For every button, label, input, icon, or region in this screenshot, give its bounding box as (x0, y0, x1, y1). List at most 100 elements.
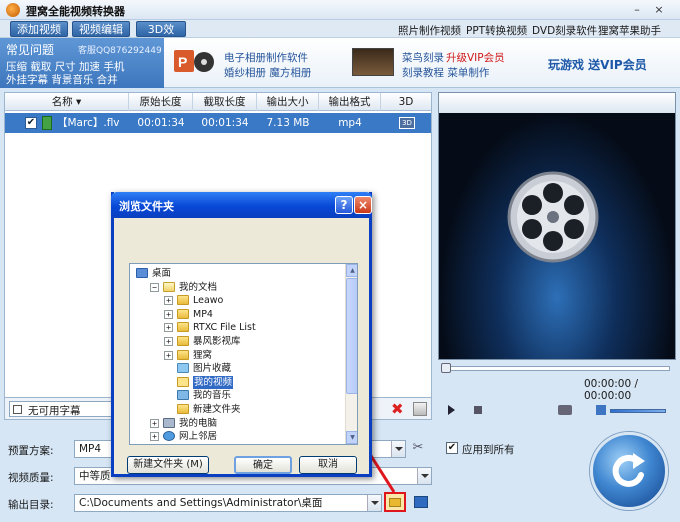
apple-helper-link[interactable]: 狸窝苹果助手 (598, 23, 661, 38)
tree-item-label: 网上邻居 (179, 431, 218, 443)
help-button[interactable]: ? (335, 196, 353, 214)
photo-to-video-link[interactable]: 照片制作视频 (398, 23, 461, 38)
row-original-length: 00:01:34 (137, 117, 185, 129)
expand-icon[interactable]: + (150, 432, 159, 442)
network-icon (163, 431, 175, 442)
expand-icon[interactable]: + (164, 350, 173, 360)
burn-thumbnail (352, 48, 394, 76)
expand-icon[interactable]: + (164, 323, 173, 333)
3d-badge-icon[interactable]: 3D (399, 117, 415, 129)
video-preview (438, 92, 676, 360)
snapshot-camera-icon[interactable] (558, 405, 572, 415)
chevron-down-icon[interactable] (417, 468, 431, 484)
expand-icon[interactable]: + (164, 296, 173, 306)
app-title: 狸窝全能视频转换器 (26, 5, 125, 18)
col-3d[interactable]: 3D (381, 93, 431, 111)
col-name[interactable]: 名称 ▾ (5, 93, 129, 111)
support-qq: 客服QQ876292449 (78, 46, 162, 56)
settings-wrench-icon[interactable]: ✂ (410, 440, 426, 456)
volume-slider[interactable] (610, 409, 666, 413)
add-video-button[interactable]: 添加视频 (10, 21, 68, 37)
3d-effect-button[interactable]: 3D效果 (136, 21, 186, 52)
expand-icon[interactable]: + (164, 337, 173, 346)
open-output-dir-icon[interactable] (414, 496, 428, 508)
dialog-close-button[interactable]: × (354, 196, 372, 214)
burn-link[interactable]: 菜鸟刻录 (402, 50, 444, 65)
ok-button[interactable]: 确定 (234, 456, 292, 474)
video-file-icon (42, 116, 52, 130)
faq-title[interactable]: 常见问题 (6, 41, 54, 58)
browse-folder-dialog: 浏览文件夹 ? × 桌面 − 我的文档 + Leawo + MP4 + RTXC File Li… (111, 192, 372, 477)
svg-text:P: P (178, 54, 187, 70)
subtitle-value: 无可用字幕 (28, 405, 81, 417)
tree-scrollbar[interactable]: ▲ ▼ (345, 264, 357, 444)
new-folder-button[interactable]: 新建文件夹 (M) (127, 456, 209, 474)
scroll-down-icon[interactable]: ▼ (346, 431, 357, 444)
tree-item-label: Leawo (193, 295, 224, 307)
cancel-button[interactable]: 取消 (299, 456, 357, 474)
promo-banner: 常见问题 客服QQ876292449 压缩 截取 尺寸 加速 手机 外挂字幕 背… (0, 38, 680, 88)
dialog-title: 浏览文件夹 (119, 200, 174, 213)
expand-icon[interactable]: + (150, 418, 159, 428)
dvd-burn-link[interactable]: DVD刻录软件 (532, 23, 597, 38)
row-checkbox[interactable]: ✔ (25, 117, 37, 129)
timecode: 00:00:00 / 00:00:00 (584, 378, 639, 402)
seek-bar[interactable] (438, 362, 676, 374)
collapse-icon[interactable]: − (150, 282, 159, 292)
tree-item-label: RTXC File List (193, 322, 256, 334)
tree-item-label: 桌面 (152, 268, 172, 279)
pictures-icon (177, 363, 189, 374)
tree-item-label: 我的音乐 (193, 390, 232, 402)
tree-item-label: 我的视频 (193, 375, 234, 389)
docs-icon (163, 281, 175, 292)
row-output-format[interactable]: mp4 (319, 113, 381, 133)
album-software-link[interactable]: 电子相册制作软件 (224, 50, 308, 65)
dialog-title-bar[interactable]: 浏览文件夹 ? × (111, 192, 372, 218)
folder-icon (177, 404, 189, 414)
folder-tree[interactable]: 桌面 − 我的文档 + Leawo + MP4 + RTXC File List + 暴风影视库 + 狸… (129, 263, 358, 445)
minimize-button[interactable]: – (630, 3, 644, 17)
tree-item-label: 图片收藏 (193, 363, 232, 375)
seek-track[interactable] (442, 366, 670, 371)
play-icon[interactable] (448, 405, 455, 415)
preview-top-strip (439, 93, 675, 113)
tree-item-label: 我的文档 (179, 281, 218, 293)
col-clip-length[interactable]: 截取长度 (193, 93, 257, 111)
row-file-name: 【Marc】.flv (57, 117, 120, 129)
col-output-size[interactable]: 输出大小 (257, 93, 319, 111)
list-header: 名称 ▾ 原始长度 截取长度 输出大小 输出格式 3D (5, 93, 431, 111)
stop-icon[interactable] (474, 406, 482, 414)
scroll-up-icon[interactable]: ▲ (346, 264, 357, 277)
close-window-button[interactable]: × (652, 3, 666, 17)
videos-icon (177, 376, 189, 387)
ppt-to-video-link[interactable]: PPT转换视频 (466, 23, 527, 38)
clear-list-icon[interactable] (413, 402, 427, 416)
faq-links-line2[interactable]: 外挂字幕 背景音乐 合并 (6, 72, 118, 87)
wedding-album-link[interactable]: 婚纱相册 魔方相册 (224, 65, 311, 80)
vip-upgrade-link[interactable]: 升级VIP会员 (446, 50, 505, 65)
folder-icon (177, 336, 189, 346)
seek-handle[interactable] (441, 363, 451, 373)
burn-tutorial-link[interactable]: 刻录教程 菜单制作 (402, 65, 489, 80)
player-controls (438, 400, 676, 420)
scroll-thumb[interactable] (346, 278, 357, 394)
ppt-album-icon: P (174, 50, 214, 72)
apply-all-checkbox[interactable]: ✔ (446, 442, 458, 454)
folder-icon (177, 295, 189, 306)
quality-label: 视频质量: (8, 472, 54, 484)
game-vip-link[interactable]: 玩游戏 送VIP会员 (548, 56, 647, 73)
folder-icon (177, 308, 189, 319)
col-output-format[interactable]: 输出格式 (319, 93, 381, 111)
table-row[interactable]: ✔ 【Marc】.flv 00:01:34 00:01:34 7.13 MB m… (5, 113, 431, 133)
sort-arrow-icon: ▾ (76, 96, 82, 108)
volume-icon[interactable] (596, 405, 606, 415)
folder-icon (177, 322, 189, 333)
tree-item-label: 狸窝 (193, 349, 213, 361)
col-original-length[interactable]: 原始长度 (129, 93, 193, 111)
faq-panel: 常见问题 客服QQ876292449 压缩 截取 尺寸 加速 手机 外挂字幕 背… (0, 38, 164, 88)
convert-button[interactable] (590, 432, 668, 510)
video-edit-button[interactable]: 视频编辑 (72, 21, 130, 37)
expand-icon[interactable]: + (164, 309, 173, 319)
film-reel-icon (507, 171, 599, 263)
tree-item-label: 我的电脑 (179, 417, 218, 429)
